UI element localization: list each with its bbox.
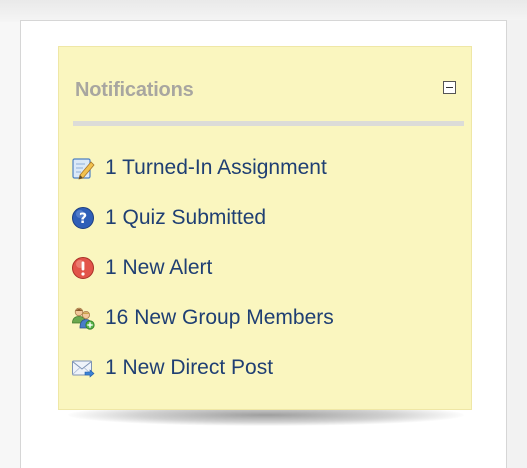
- notification-label: 1 Quiz Submitted: [105, 206, 267, 229]
- notifications-widget: Notifications 1 Turned-In Assignment ? 1…: [58, 46, 472, 410]
- collapse-icon[interactable]: [443, 81, 456, 94]
- notification-list: 1 Turned-In Assignment ? 1 Quiz Submitte…: [71, 143, 334, 393]
- title-divider: [73, 121, 464, 126]
- page-right-gutter: [507, 20, 527, 468]
- notification-item-direct-post[interactable]: 1 New Direct Post: [71, 343, 334, 393]
- assignment-pencil-icon: [71, 156, 95, 180]
- notification-item-group-members[interactable]: 16 New Group Members: [71, 293, 334, 343]
- notification-label: 1 New Direct Post: [105, 356, 274, 379]
- notification-label: 1 New Alert: [105, 256, 213, 279]
- widget-title: Notifications: [75, 79, 194, 101]
- page-top-shade: [0, 0, 527, 22]
- quiz-question-icon: ?: [71, 206, 95, 230]
- svg-text:?: ?: [79, 211, 87, 227]
- notification-item-quiz[interactable]: ? 1 Quiz Submitted: [71, 193, 334, 243]
- notification-item-alert[interactable]: 1 New Alert: [71, 243, 334, 293]
- direct-post-envelope-icon: [71, 356, 95, 380]
- alert-icon: [71, 256, 95, 280]
- group-members-icon: [71, 306, 95, 330]
- notification-label: 1 Turned-In Assignment: [105, 156, 327, 179]
- notification-item-assignment[interactable]: 1 Turned-In Assignment: [71, 143, 334, 193]
- notification-label: 16 New Group Members: [105, 306, 334, 329]
